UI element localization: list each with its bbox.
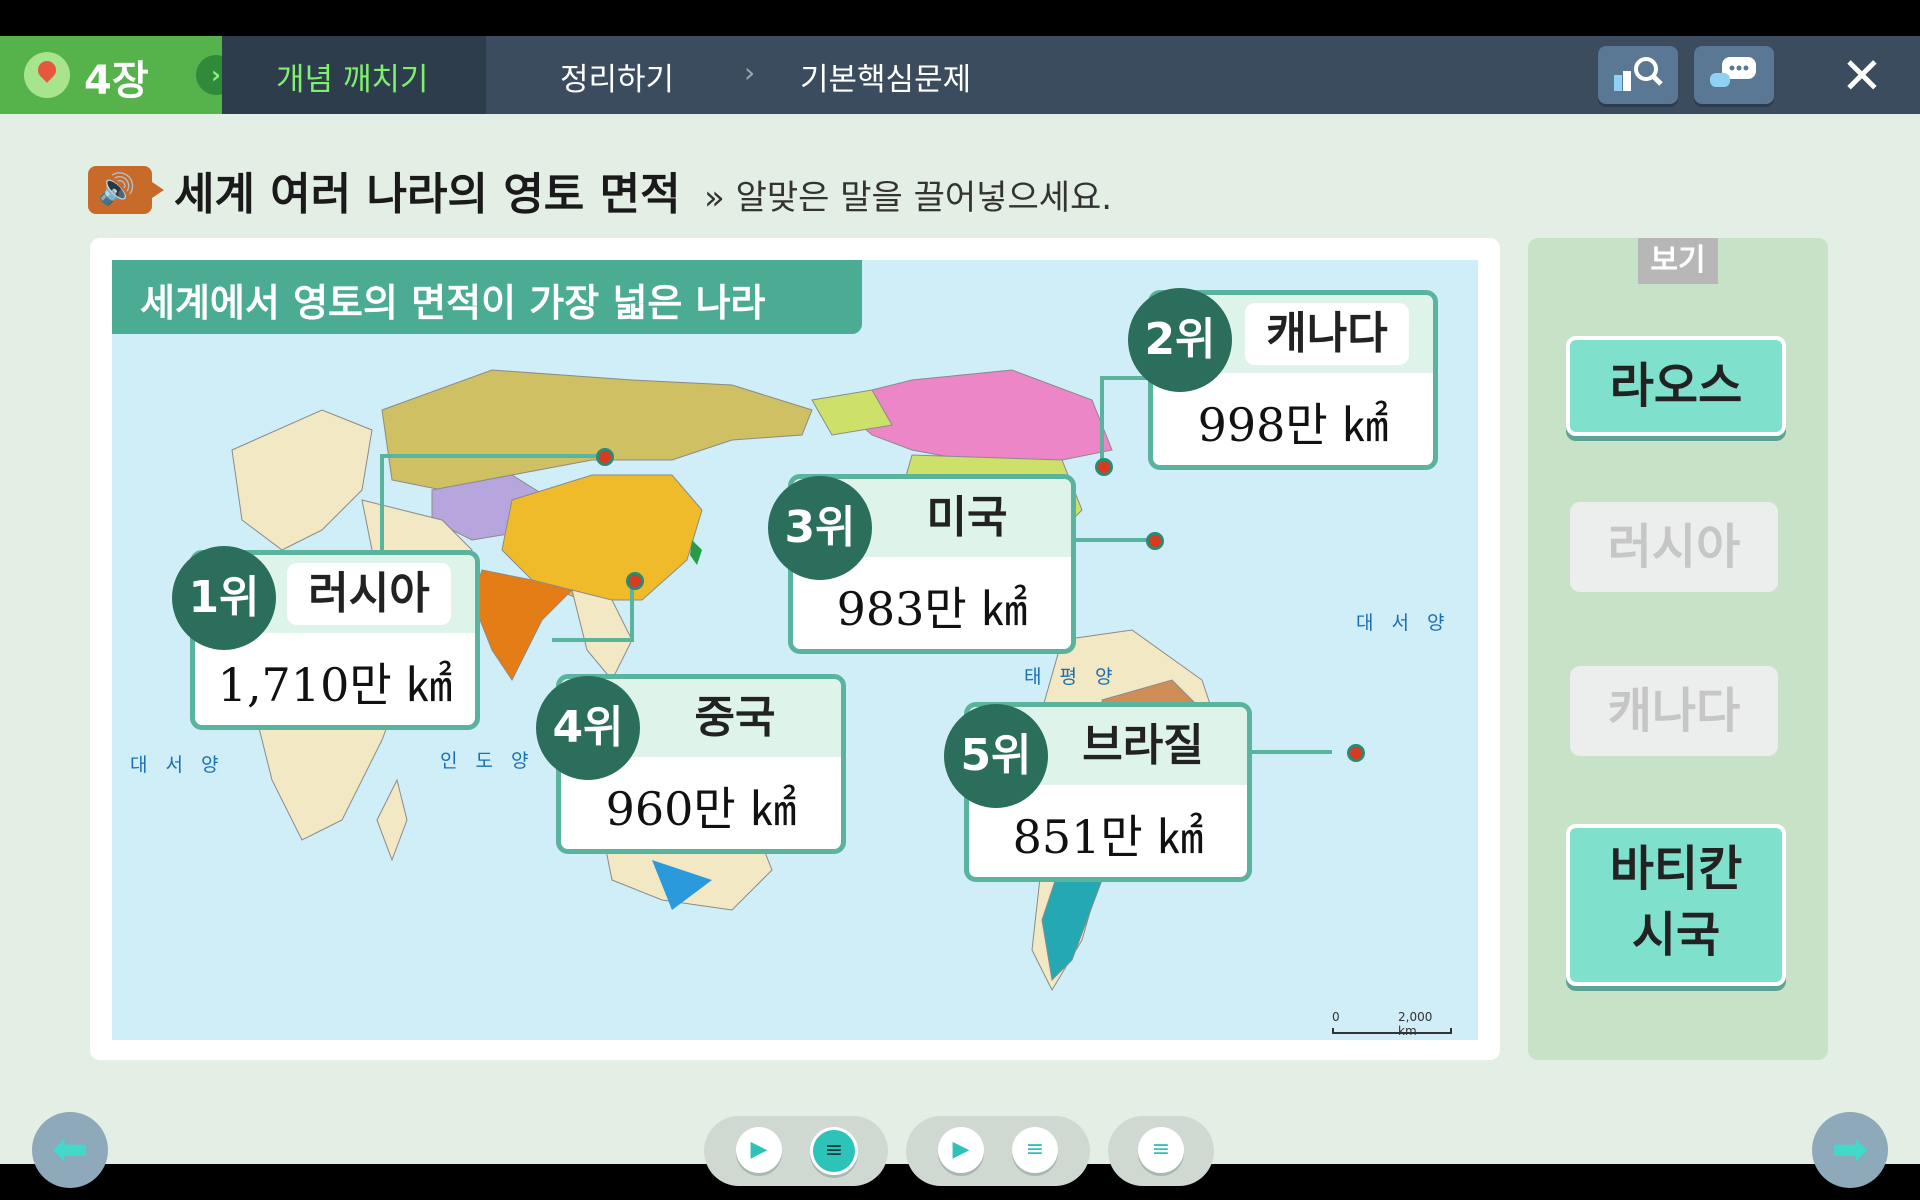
speaker-button[interactable]: 🔊 [88,166,164,214]
rank-badge: 1위 [172,546,276,650]
options-label: 보기 [1638,238,1718,284]
arrow-left-icon: ⬅ [51,1124,89,1175]
chat-button[interactable] [1694,46,1774,104]
country-name: 러시아 [287,563,451,625]
option-russia[interactable]: 러시아 [1570,502,1778,592]
option-laos[interactable]: 라오스 [1566,336,1786,436]
ocean-label: 대 서 양 [130,754,225,776]
scale-zero: 0 [1332,1010,1340,1024]
script-icon[interactable]: ≡ [1138,1127,1184,1173]
option-vatican[interactable]: 바티칸 시국 [1566,824,1786,986]
page-title: 세계 여러 나라의 영토 면적 [174,169,681,220]
rank-badge: 4위 [536,676,640,780]
country-name: 중국 [694,692,776,743]
ocean-label: 태 평 양 [1024,666,1119,688]
chevron-right-icon: › [744,56,756,89]
script-icon[interactable]: ≡ [810,1127,858,1175]
ocean-label: 대 서 양 [1356,612,1451,634]
tab-concept[interactable]: 개념 깨치기 [222,36,486,114]
search-icon [1614,57,1663,91]
country-name: 미국 [926,492,1008,543]
chat-icon [1710,57,1756,87]
country-area: 983만 ㎢ [836,582,1028,636]
country-area: 998만 ㎢ [1197,398,1389,452]
close-icon[interactable]: ✕ [1834,48,1890,104]
rank-badge: 5위 [944,704,1048,808]
play-icon[interactable]: ▶ [736,1127,782,1173]
scale-bar [1332,1028,1452,1034]
brazil-marker [1347,744,1365,762]
dictionary-search-button[interactable] [1598,46,1678,104]
rank-badge: 2위 [1128,288,1232,392]
media-control-group: ▶ ≡ [704,1116,888,1186]
country-area: 960만 ㎢ [605,782,797,836]
china-marker [626,572,644,590]
chapter-label: 4장 [84,58,149,104]
ocean-label: 인 도 양 [440,750,535,772]
app-screen: 4장 › 개념 깨치기 정리하기 › 기본핵심문제 ✕ 🔊 세계 여러 나라의 … [0,36,1920,1188]
map-title-banner: 세계에서 영토의 면적이 가장 넓은 나라 [112,260,862,334]
country-area: 1,710만 ㎢ [217,658,453,712]
next-page-button[interactable]: ➡ [1812,1112,1888,1188]
speaker-icon: 🔊 [98,172,136,207]
media-control-group: ▶ ≡ [906,1116,1090,1186]
country-name: 브라질 [1082,720,1204,771]
media-control-group: ≡ [1108,1116,1214,1186]
canada-marker [1095,458,1113,476]
map-pin-icon [24,52,70,98]
country-name: 캐나다 [1245,303,1409,365]
chapter-badge[interactable]: 4장 › [0,36,236,114]
map-title: 세계에서 영토의 면적이 가장 넓은 나라 [140,281,766,325]
rank-badge: 3위 [768,476,872,580]
options-panel: 보기 라오스 러시아 캐나다 바티칸 시국 [1528,238,1828,1060]
prev-page-button[interactable]: ⬅ [32,1112,108,1188]
arrow-right-icon: ➡ [1831,1124,1869,1175]
russia-marker [596,448,614,466]
country-area: 851만 ㎢ [1012,810,1204,864]
usa-marker [1146,532,1164,550]
instruction-text: » 알맞은 말을 끌어넣으세요. [704,178,1113,218]
top-navigation-bar: 4장 › 개념 깨치기 정리하기 › 기본핵심문제 ✕ [0,36,1920,114]
script-icon[interactable]: ≡ [1012,1127,1058,1173]
map-panel: 세계에서 영토의 면적이 가장 넓은 나라 대 서 양 인 도 양 태 평 양 … [90,238,1500,1060]
tab-core-problems[interactable]: 기본핵심문제 [800,54,971,99]
option-canada[interactable]: 캐나다 [1570,666,1778,756]
world-map: 세계에서 영토의 면적이 가장 넓은 나라 대 서 양 인 도 양 태 평 양 … [112,260,1478,1040]
tab-summary[interactable]: 정리하기 [560,54,674,99]
play-icon[interactable]: ▶ [938,1127,984,1173]
tab-label: 개념 깨치기 [276,62,429,98]
